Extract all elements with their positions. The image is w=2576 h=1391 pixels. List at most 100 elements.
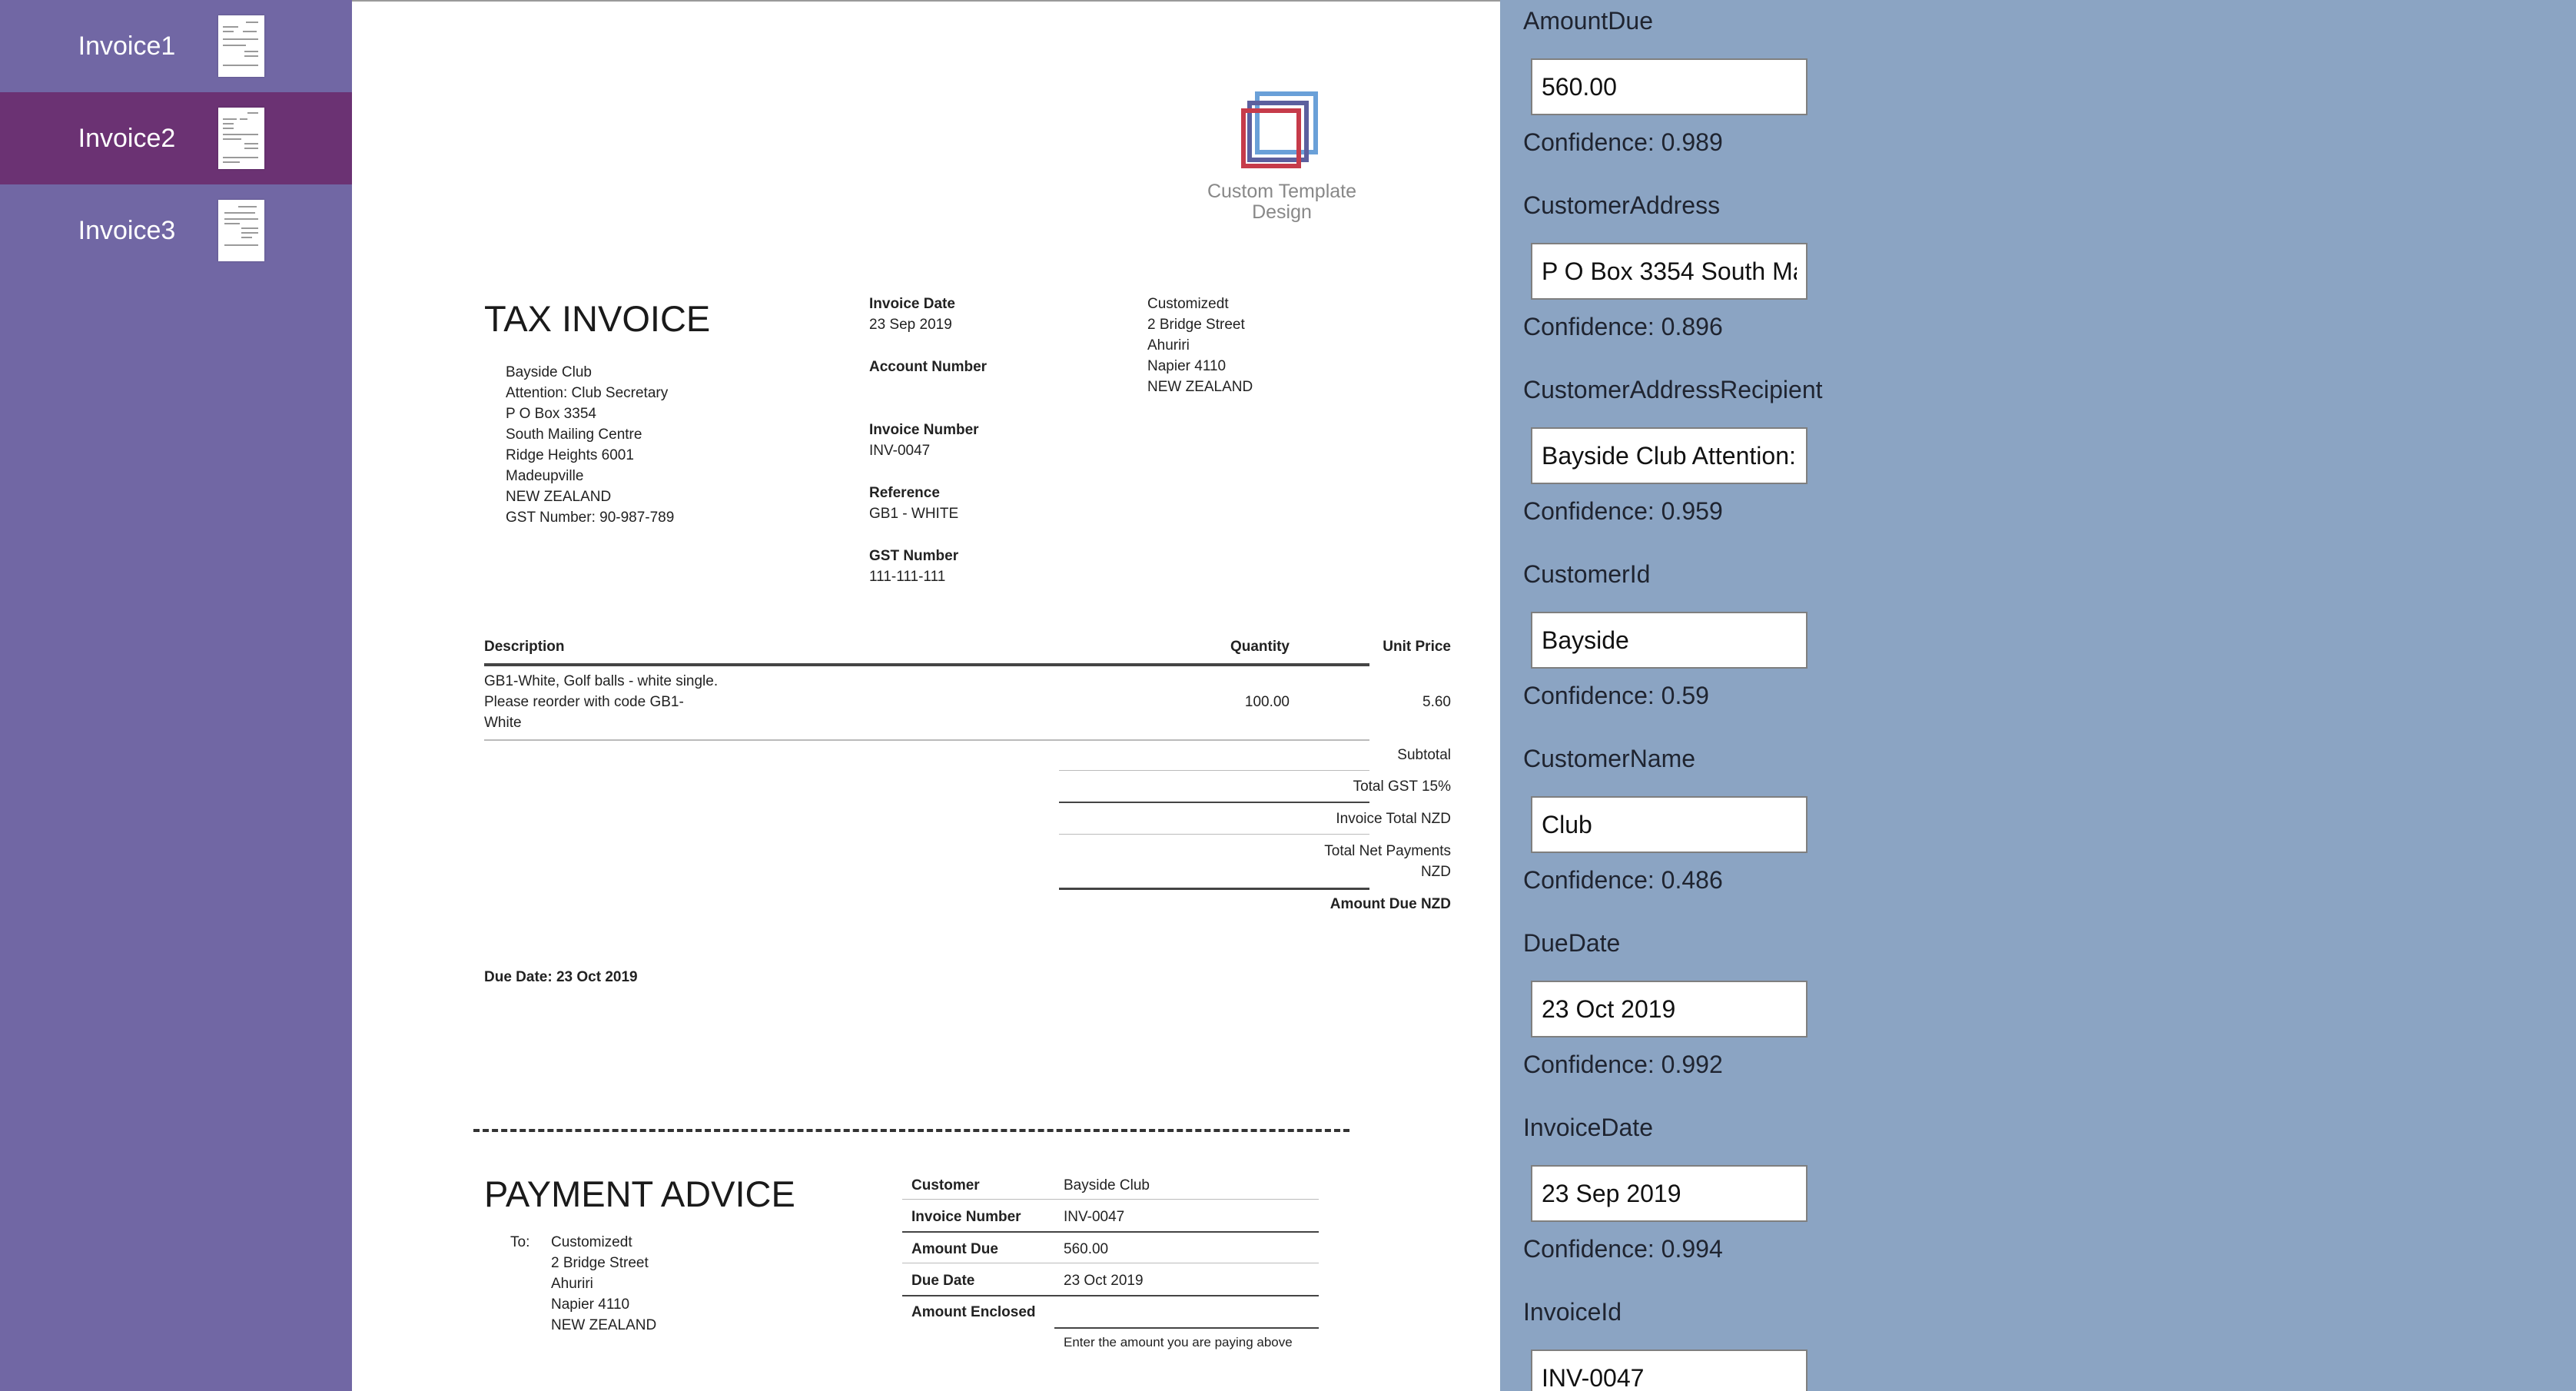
invoice-date-input[interactable] (1531, 1165, 1808, 1222)
invoice-number-label: Invoice Number (869, 422, 979, 438)
confidence-text: Confidence: 0.486 (1523, 866, 1723, 894)
customer-address-recipient-input[interactable] (1531, 427, 1808, 484)
invoice-id-input[interactable] (1531, 1350, 1808, 1391)
payment-advice-title: PAYMENT ADVICE (484, 1174, 795, 1214)
invoice-title: TAX INVOICE (484, 298, 711, 339)
totals-rule (1059, 802, 1369, 803)
field-label: InvoiceId (1523, 1298, 1622, 1326)
sidebar-item-label: Invoice1 (78, 32, 176, 61)
invoice-total-label: Invoice Total NZD (1336, 811, 1451, 827)
column-header-quantity: Quantity (1230, 639, 1290, 655)
from-line: 2 Bridge Street (1147, 317, 1245, 333)
advice-rule (902, 1295, 1319, 1296)
confidence-text: Confidence: 0.59 (1523, 682, 1709, 709)
totals-rule (1059, 834, 1369, 835)
bill-to-line: Madeupville (506, 468, 584, 484)
payment-to-line: NEW ZEALAND (551, 1317, 657, 1333)
column-header-unit-price: Unit Price (1383, 639, 1451, 655)
advice-rule (902, 1231, 1319, 1233)
bill-to-gst: GST Number: 90-987-789 (506, 510, 675, 526)
advice-amount-enclosed-label: Amount Enclosed (911, 1304, 1036, 1320)
advice-customer-value: Bayside Club (1064, 1177, 1150, 1193)
sidebar-item-label: Invoice3 (78, 216, 176, 245)
payment-to-line: Napier 4110 (551, 1296, 630, 1313)
bill-to-line: South Mailing Centre (506, 427, 642, 443)
due-date-text: Due Date: 23 Oct 2019 (484, 969, 638, 985)
advice-due-date-value: 23 Oct 2019 (1064, 1273, 1144, 1289)
company-logo (1241, 91, 1318, 168)
amount-enclosed-hint: Enter the amount you are paying above (1064, 1335, 1293, 1350)
invoice-date-label: Invoice Date (869, 296, 955, 312)
sidebar-item-label: Invoice2 (78, 124, 176, 153)
line-item-description: Please reorder with code GB1- (484, 694, 684, 710)
amount-due-label: Amount Due NZD (1329, 896, 1451, 912)
field-label: DueDate (1523, 929, 1621, 957)
line-item-quantity: 100.00 (1244, 694, 1290, 710)
confidence-text: Confidence: 0.896 (1523, 313, 1723, 340)
invoice-thumbnail (218, 108, 264, 169)
line-item-description: White (484, 715, 522, 731)
sidebar-item-invoice3[interactable]: Invoice3 (0, 184, 352, 277)
sidebar-item-invoice1[interactable]: Invoice1 (0, 0, 352, 92)
amount-due-input[interactable] (1531, 58, 1808, 115)
field-label: CustomerId (1523, 560, 1651, 588)
from-line: Ahuriri (1147, 337, 1190, 354)
customer-id-input[interactable] (1531, 612, 1808, 669)
invoice-document-viewer[interactable]: Custom Template Design TAX INVOICE Baysi… (352, 0, 1620, 1391)
totals-rule (1059, 888, 1369, 890)
column-header-description: Description (484, 639, 565, 655)
advice-customer-label: Customer (911, 1177, 980, 1193)
logo-text-line2: Design (1252, 201, 1312, 223)
tear-off-line (473, 1129, 1349, 1132)
bill-to-line: P O Box 3354 (506, 406, 596, 422)
invoice-number-value: INV-0047 (869, 443, 931, 459)
field-label: CustomerName (1523, 745, 1696, 772)
confidence-text: Confidence: 0.994 (1523, 1235, 1723, 1263)
customer-name-input[interactable] (1531, 796, 1808, 853)
confidence-text: Confidence: 0.989 (1523, 128, 1723, 156)
from-line: Customizedt (1147, 296, 1229, 312)
field-label: CustomerAddress (1523, 191, 1721, 219)
extracted-fields-panel[interactable]: AmountDue Confidence: 0.989 CustomerAddr… (1500, 0, 2576, 1391)
invoice-thumbnail (218, 200, 264, 261)
payment-to-label: To: (510, 1234, 530, 1250)
due-date-input[interactable] (1531, 981, 1808, 1037)
gst-number-value: 111-111-111 (869, 569, 946, 585)
account-number-label: Account Number (869, 359, 988, 375)
line-item-description: GB1-White, Golf balls - white single. (484, 673, 719, 689)
net-payments-label: NZD (1420, 864, 1451, 880)
bill-to-line: NEW ZEALAND (506, 489, 612, 505)
bill-to-line: Ridge Heights 6001 (506, 447, 634, 463)
table-header-rule (484, 663, 1369, 666)
customer-address-input[interactable] (1531, 243, 1808, 300)
payment-to-line: Customizedt (551, 1234, 632, 1250)
gst-total-label: Total GST 15% (1353, 778, 1451, 795)
bill-to-line: Bayside Club (506, 364, 592, 380)
advice-amount-due-label: Amount Due (911, 1241, 998, 1257)
logo-text-line1: Custom Template (1207, 181, 1357, 202)
from-line: NEW ZEALAND (1147, 379, 1253, 395)
field-label: InvoiceDate (1523, 1114, 1653, 1141)
field-label: AmountDue (1523, 7, 1653, 35)
invoice-date-value: 23 Sep 2019 (869, 317, 952, 333)
payment-to-line: Ahuriri (551, 1276, 593, 1292)
reference-value: GB1 - WHITE (869, 506, 959, 522)
confidence-text: Confidence: 0.959 (1523, 497, 1723, 525)
bill-to-line: Attention: Club Secretary (506, 385, 669, 401)
field-label: CustomerAddressRecipient (1523, 376, 1823, 403)
line-item-unit-price: 5.60 (1422, 694, 1451, 710)
reference-label: Reference (869, 485, 940, 501)
from-line: Napier 4110 (1147, 358, 1227, 374)
table-row-rule (484, 739, 1369, 741)
net-payments-label: Total Net Payments (1324, 843, 1451, 859)
gst-number-label: GST Number (869, 548, 959, 564)
advice-due-date-label: Due Date (911, 1273, 975, 1289)
invoice-thumbnail (218, 15, 264, 77)
amount-enclosed-line (1054, 1327, 1319, 1329)
advice-rule (902, 1199, 1319, 1200)
sidebar-item-invoice2[interactable]: Invoice2 (0, 92, 352, 184)
invoice-sidebar: Invoice1 Invoice2 Invoice3 (0, 0, 352, 1391)
payment-to-line: 2 Bridge Street (551, 1255, 649, 1271)
totals-rule (1059, 770, 1369, 771)
advice-amount-due-value: 560.00 (1064, 1241, 1109, 1257)
